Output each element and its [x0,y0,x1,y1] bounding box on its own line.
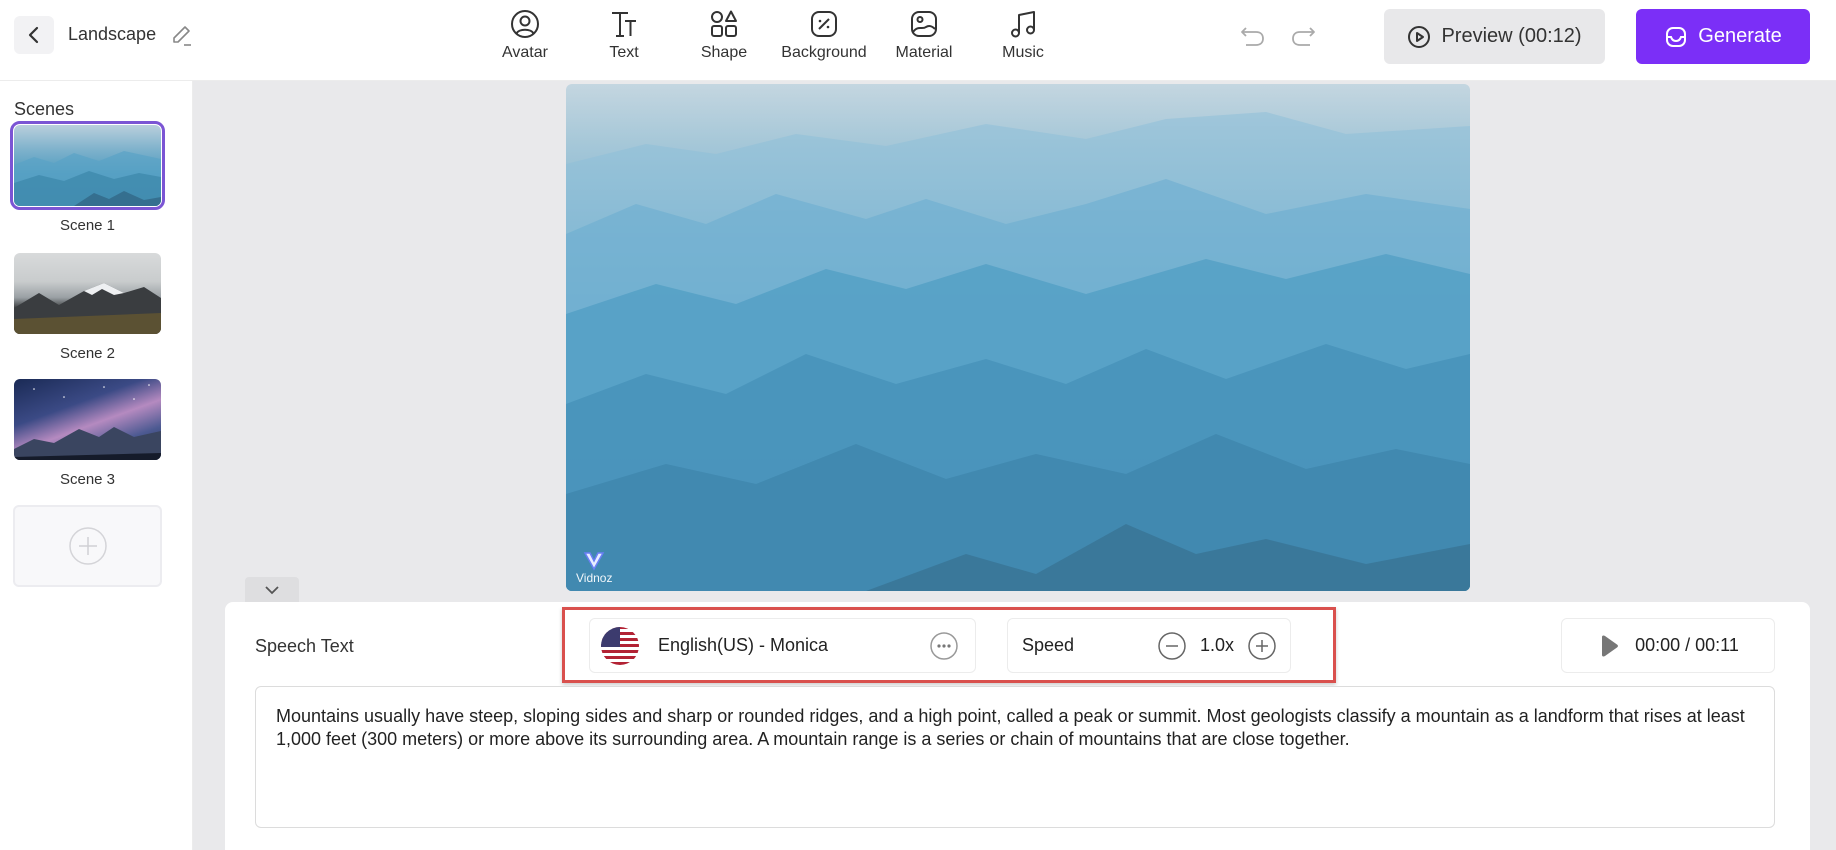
shape-icon [711,10,737,37]
undo-button[interactable] [1238,22,1268,52]
plus-circle-icon[interactable] [1247,631,1277,661]
scene-item-2[interactable]: Scene 2 [14,253,161,362]
tool-shape[interactable]: Shape [674,8,774,72]
generate-button[interactable]: Generate [1636,9,1810,64]
pencil-icon [173,26,191,46]
generate-icon [1666,26,1687,47]
scene-label: Scene 3 [59,471,116,488]
scene-label: Scene 1 [59,217,116,234]
watermark-text: Vidnoz [576,571,613,585]
speed-value: 1.0x [1199,635,1235,655]
tool-label: Shape [700,44,748,61]
generate-label: Generate [1698,25,1782,47]
tool-label: Text [609,44,639,61]
tool-label: Music [1002,44,1044,61]
playback-time: 00:00 / 00:11 [1635,635,1739,655]
preview-button[interactable]: Preview (00:12) [1384,9,1605,64]
redo-icon [1292,27,1315,46]
watermark: Vidnoz [576,551,612,585]
more-options-icon[interactable] [929,631,959,661]
material-icon [911,11,937,37]
text-icon [612,12,636,37]
tool-background[interactable]: Background [774,8,874,72]
play-circle-icon [1408,25,1431,48]
project-title: Landscape [68,24,157,44]
music-icon [1011,11,1035,38]
top-bar: Landscape Avatar Text Shape Background M… [0,0,1836,81]
speech-text-input[interactable]: Mountains usually have steep, sloping si… [255,686,1775,828]
tool-material[interactable]: Material [874,8,974,72]
minus-circle-icon[interactable] [1157,631,1187,661]
tool-label: Background [781,44,867,61]
voice-selector[interactable]: English(US) - Monica [589,618,976,673]
edit-title-button[interactable] [170,24,194,48]
scenes-sidebar: Scenes Scene 1 Scene 2 Scene 3 [0,81,193,850]
speed-control: Speed 1.0x [1007,618,1291,673]
scene-label: Scene 2 [59,345,116,362]
plus-circle-icon [68,527,107,565]
tool-label: Avatar [502,44,548,61]
scene-thumbnail [10,121,165,210]
avatar-icon [511,10,539,38]
voice-name: English(US) - Monica [658,635,829,655]
scenes-title: Scenes [14,99,75,119]
scene-item-1[interactable]: Scene 1 [10,121,165,234]
speech-text-label: Speech Text [255,636,354,656]
scene-item-3[interactable]: Scene 3 [14,379,161,488]
us-flag-icon [601,626,639,665]
scene-thumbnail [14,379,161,460]
add-scene-button[interactable] [13,505,162,587]
chevron-left-icon [28,26,39,44]
play-icon[interactable] [1597,634,1621,658]
back-button[interactable] [14,16,54,54]
tool-label: Material [895,44,953,61]
tool-text[interactable]: Text [574,8,674,72]
collapse-panel-button[interactable] [245,577,299,602]
chevron-down-icon [265,585,279,594]
audio-player: 00:00 / 00:11 [1561,618,1775,673]
tool-music[interactable]: Music [973,8,1073,72]
preview-label: Preview (00:12) [1441,25,1582,47]
vidnoz-logo-icon [583,552,605,571]
mountain-background-image [566,112,1470,591]
redo-button[interactable] [1288,22,1318,52]
tool-avatar[interactable]: Avatar [475,8,575,72]
undo-icon [1241,27,1264,46]
scene-thumbnail [14,253,161,334]
background-icon [811,11,837,37]
speed-label: Speed [1022,635,1075,655]
scene-canvas[interactable]: Vidnoz [566,84,1470,591]
